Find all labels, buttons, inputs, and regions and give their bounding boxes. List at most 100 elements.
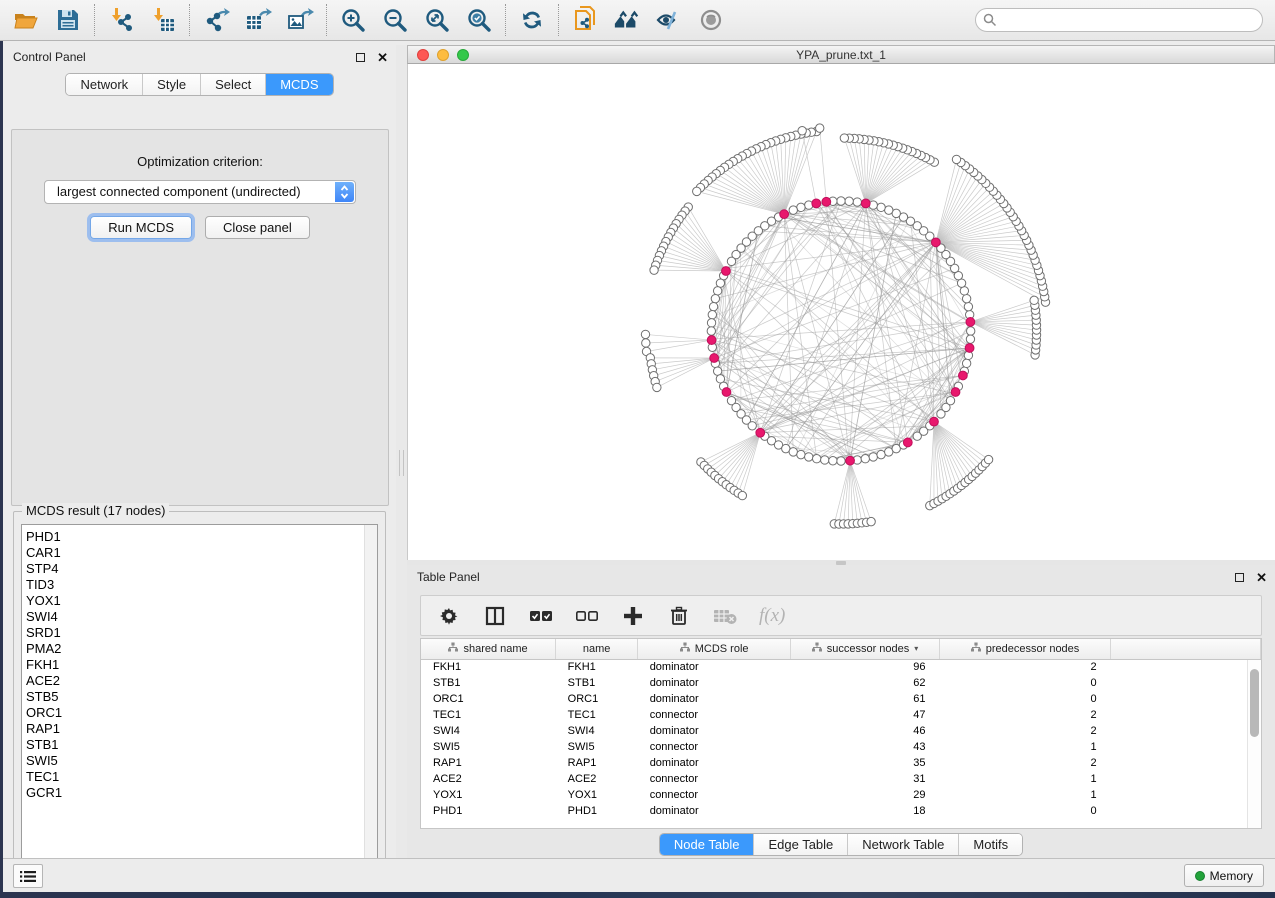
open-session-icon[interactable]	[12, 6, 40, 34]
table-cell[interactable]: FKH1	[556, 659, 638, 675]
graph-node[interactable]	[829, 457, 837, 465]
graph-hub-node[interactable]	[951, 388, 960, 397]
table-cell[interactable]: dominator	[638, 691, 791, 707]
tab-network-table[interactable]: Network Table	[847, 834, 958, 855]
export-table-icon[interactable]	[244, 6, 272, 34]
graph-hub-node[interactable]	[846, 456, 855, 465]
table-row[interactable]: ACE2ACE2connector311	[421, 771, 1261, 787]
table-cell[interactable]: RAP1	[556, 755, 638, 771]
table-cell[interactable]: PHD1	[556, 803, 638, 819]
table-cell[interactable]: dominator	[638, 755, 791, 771]
table-cell[interactable]: YOX1	[421, 787, 556, 803]
add-column-icon[interactable]	[621, 604, 645, 628]
graph-node[interactable]	[727, 257, 735, 265]
table-cell[interactable]: connector	[638, 739, 791, 755]
table-row[interactable]: RAP1RAP1dominator352	[421, 755, 1261, 771]
graph-node[interactable]	[642, 339, 650, 347]
hide-graphics-details-icon[interactable]	[655, 6, 683, 34]
graph-node[interactable]	[797, 203, 805, 211]
column-header-MCDS-role[interactable]: MCDS role	[638, 639, 791, 659]
table-cell[interactable]: 47	[791, 707, 940, 723]
graph-node[interactable]	[805, 453, 813, 461]
graph-hub-node[interactable]	[958, 371, 967, 380]
mcds-result-item[interactable]: PHD1	[22, 525, 377, 545]
table-cell[interactable]: 43	[791, 739, 940, 755]
graph-node[interactable]	[946, 396, 954, 404]
table-cell[interactable]: 2	[939, 707, 1110, 723]
network-overview-icon[interactable]	[613, 6, 641, 34]
optimization-criterion-select[interactable]: largest connected component (undirected)	[44, 180, 356, 204]
table-cell[interactable]: ACE2	[421, 771, 556, 787]
column-header-name[interactable]: name	[556, 639, 638, 659]
table-scrollbar[interactable]	[1247, 660, 1261, 828]
mcds-result-item[interactable]: TID3	[22, 577, 377, 593]
table-row[interactable]: ORC1ORC1dominator610	[421, 691, 1261, 707]
table-row[interactable]: FKH1FKH1dominator962	[421, 659, 1261, 675]
graph-hub-node[interactable]	[861, 199, 870, 208]
graph-hub-node[interactable]	[722, 388, 731, 397]
splitter-grip[interactable]	[399, 450, 404, 476]
table-cell[interactable]: 0	[939, 675, 1110, 691]
graph-node[interactable]	[845, 197, 853, 205]
search-input[interactable]	[975, 8, 1263, 32]
table-cell[interactable]: ORC1	[556, 691, 638, 707]
table-cell[interactable]: SWI4	[421, 723, 556, 739]
maximize-window-icon[interactable]	[457, 49, 469, 61]
zoom-in-icon[interactable]	[339, 6, 367, 34]
tab-mcds[interactable]: MCDS	[265, 74, 332, 95]
table-cell[interactable]: 0	[939, 803, 1110, 819]
column-chooser-icon[interactable]	[483, 604, 507, 628]
table-cell[interactable]: STB1	[556, 675, 638, 691]
table-cell[interactable]: SWI4	[556, 723, 638, 739]
graph-node[interactable]	[797, 450, 805, 458]
float-panel-icon[interactable]	[356, 53, 365, 62]
graph-node[interactable]	[966, 335, 974, 343]
table-cell[interactable]: 35	[791, 755, 940, 771]
graph-node[interactable]	[641, 330, 649, 338]
table-cell[interactable]: ACE2	[556, 771, 638, 787]
table-cell[interactable]: 2	[939, 659, 1110, 675]
settings-gear-icon[interactable]	[437, 604, 461, 628]
graph-node[interactable]	[821, 456, 829, 464]
table-cell[interactable]: 2	[939, 755, 1110, 771]
graph-hub-node[interactable]	[780, 210, 789, 219]
close-panel-icon[interactable]: ✕	[377, 53, 388, 62]
table-cell[interactable]: STB1	[421, 675, 556, 691]
graph-node[interactable]	[962, 294, 970, 302]
tab-edge-table[interactable]: Edge Table	[753, 834, 847, 855]
table-cell[interactable]: 46	[791, 723, 940, 739]
task-history-button[interactable]	[13, 864, 43, 888]
graph-hub-node[interactable]	[966, 318, 975, 327]
graph-node[interactable]	[967, 327, 975, 335]
graph-node[interactable]	[653, 383, 661, 391]
mcds-result-item[interactable]: ACE2	[22, 673, 377, 689]
tab-network[interactable]: Network	[66, 74, 142, 95]
table-cell[interactable]: 29	[791, 787, 940, 803]
tab-motifs[interactable]: Motifs	[958, 834, 1022, 855]
table-cell[interactable]: 96	[791, 659, 940, 675]
graph-node[interactable]	[713, 367, 721, 375]
graph-node[interactable]	[869, 453, 877, 461]
graph-node[interactable]	[861, 454, 869, 462]
tab-node-table[interactable]: Node Table	[660, 834, 754, 855]
table-cell[interactable]: FKH1	[421, 659, 556, 675]
graph-hub-node[interactable]	[930, 417, 939, 426]
mcds-result-item[interactable]: STB1	[22, 737, 377, 753]
mcds-result-item[interactable]: FKH1	[22, 657, 377, 673]
table-cell[interactable]: SWI5	[421, 739, 556, 755]
graph-node[interactable]	[816, 124, 824, 132]
zoom-out-icon[interactable]	[381, 6, 409, 34]
minimize-window-icon[interactable]	[437, 49, 449, 61]
table-row[interactable]: SWI4SWI4dominator462	[421, 723, 1261, 739]
graph-node[interactable]	[840, 134, 848, 142]
show-eye-icon[interactable]	[697, 6, 725, 34]
table-cell[interactable]: connector	[638, 787, 791, 803]
graph-node[interactable]	[853, 198, 861, 206]
import-table-icon[interactable]	[149, 6, 177, 34]
table-cell[interactable]: 1	[939, 787, 1110, 803]
graph-node[interactable]	[962, 359, 970, 367]
graph-hub-node[interactable]	[931, 238, 940, 247]
graph-node[interactable]	[693, 187, 701, 195]
table-cell[interactable]: 2	[939, 723, 1110, 739]
column-header-successor-nodes[interactable]: successor nodes▾	[791, 639, 940, 659]
